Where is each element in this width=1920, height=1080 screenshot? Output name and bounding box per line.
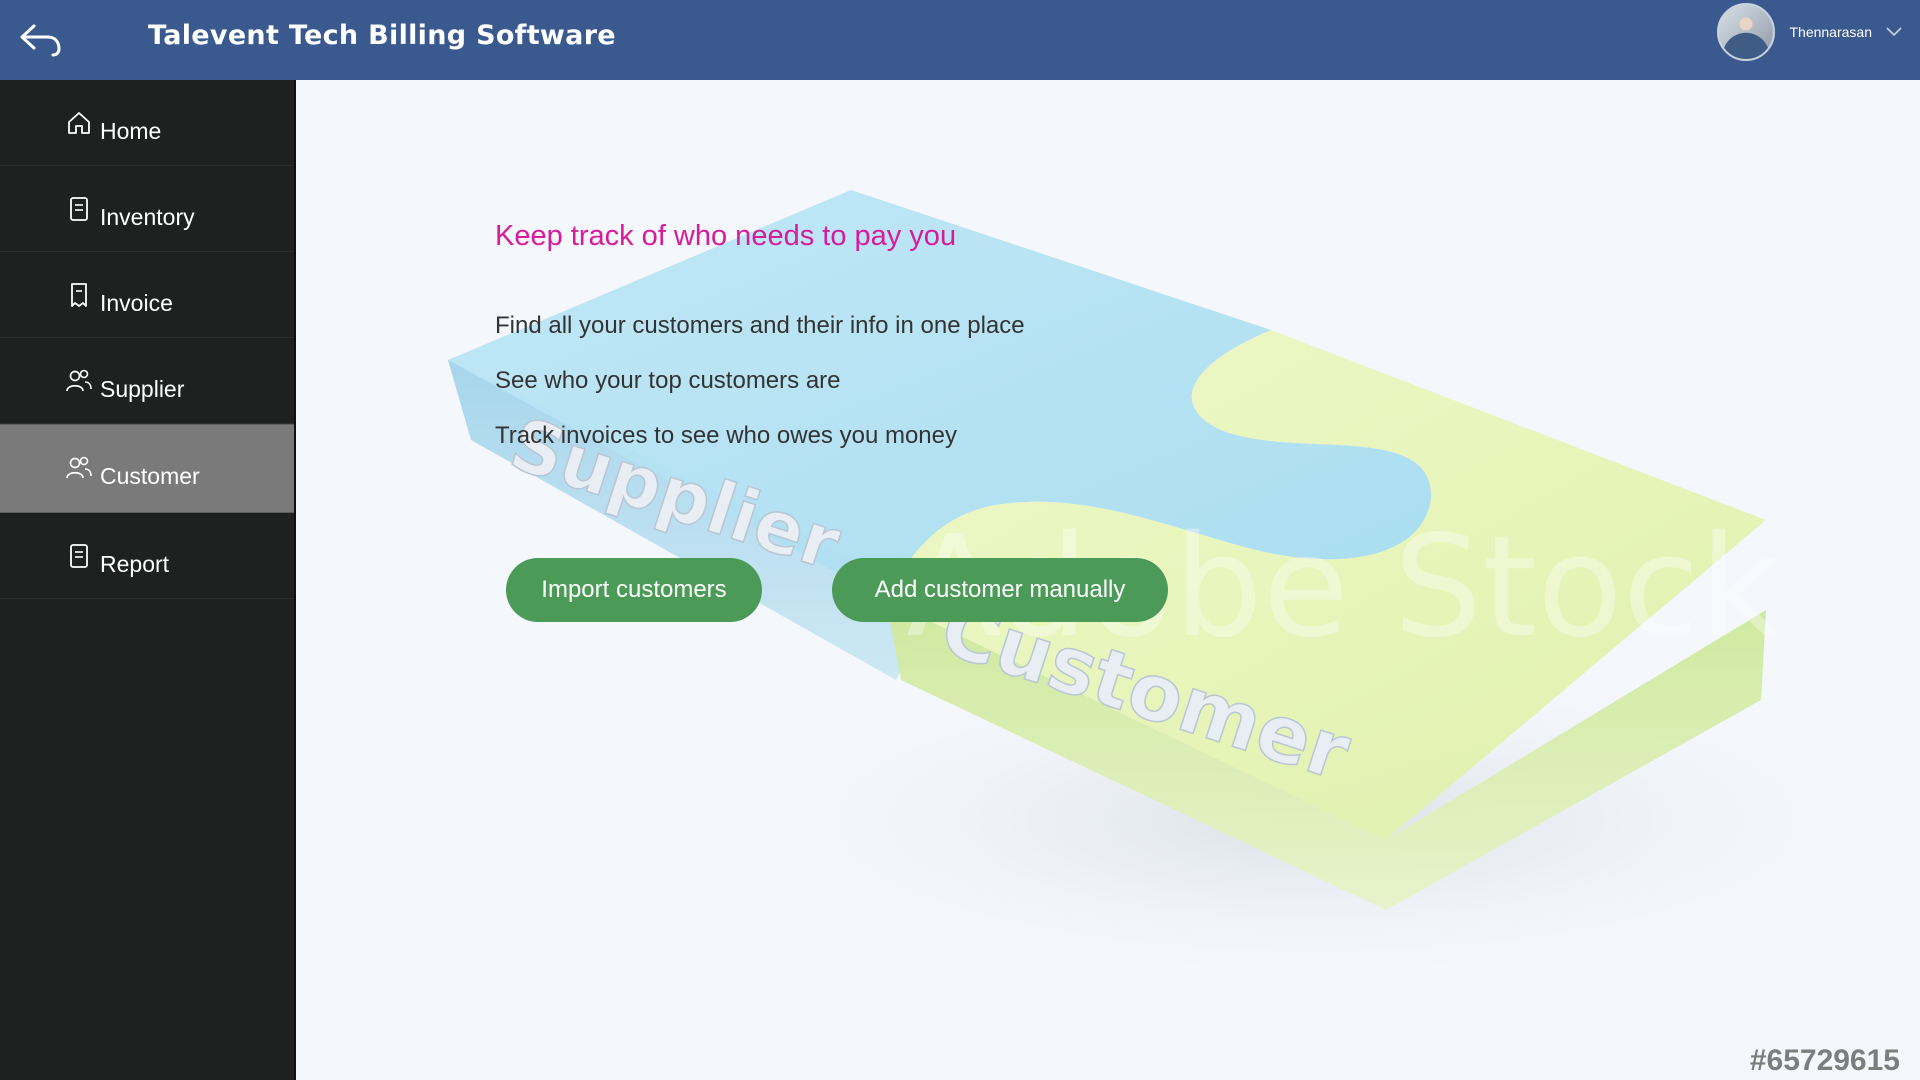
sidebar-item-inventory[interactable]: Inventory [0, 166, 294, 252]
main-content: Supplier Customer Adobe Stock Keep track… [296, 80, 1920, 1080]
app-header: Talevent Tech Billing Software Thennaras… [0, 0, 1920, 80]
app-title: Talevent Tech Billing Software [148, 20, 616, 51]
feature-line: Find all your customers and their info i… [495, 312, 1025, 339]
sidebar: Home Inventory Invoice Supplier Customer… [0, 80, 296, 1080]
add-customer-manually-button[interactable]: Add customer manually [832, 558, 1168, 622]
sidebar-item-home[interactable]: Home [0, 80, 294, 166]
sidebar-item-invoice[interactable]: Invoice [0, 252, 294, 338]
back-arrow-icon [20, 24, 61, 57]
sidebar-item-label: Report [100, 551, 170, 577]
receipt-icon [71, 283, 87, 307]
user-menu[interactable]: Thennarasan [1717, 3, 1902, 61]
sidebar-item-customer[interactable]: Customer [0, 424, 294, 513]
avatar[interactable] [1717, 3, 1776, 61]
feature-line: See who your top customers are [495, 367, 841, 394]
sidebar-item-label: Customer [100, 463, 200, 489]
document-icon [70, 544, 88, 568]
import-customers-button[interactable]: Import customers [506, 558, 762, 622]
sidebar-item-supplier[interactable]: Supplier [0, 338, 294, 424]
sidebar-item-label: Home [100, 118, 162, 144]
sidebar-item-report[interactable]: Report [0, 513, 294, 599]
people-icon [66, 369, 92, 392]
sidebar-item-label: Supplier [100, 376, 185, 402]
user-name: Thennarasan [1789, 24, 1872, 40]
home-icon [68, 112, 90, 134]
back-button[interactable] [14, 18, 66, 62]
feature-line: Track invoices to see who owes you money [495, 422, 957, 449]
document-icon [70, 197, 88, 221]
image-id-label: #65729615 [1749, 1044, 1900, 1077]
sidebar-item-label: Inventory [100, 204, 195, 230]
sidebar-item-label: Invoice [100, 290, 173, 316]
people-icon [66, 456, 92, 479]
chevron-down-icon[interactable] [1886, 24, 1902, 40]
page-heading: Keep track of who needs to pay you [495, 220, 957, 252]
